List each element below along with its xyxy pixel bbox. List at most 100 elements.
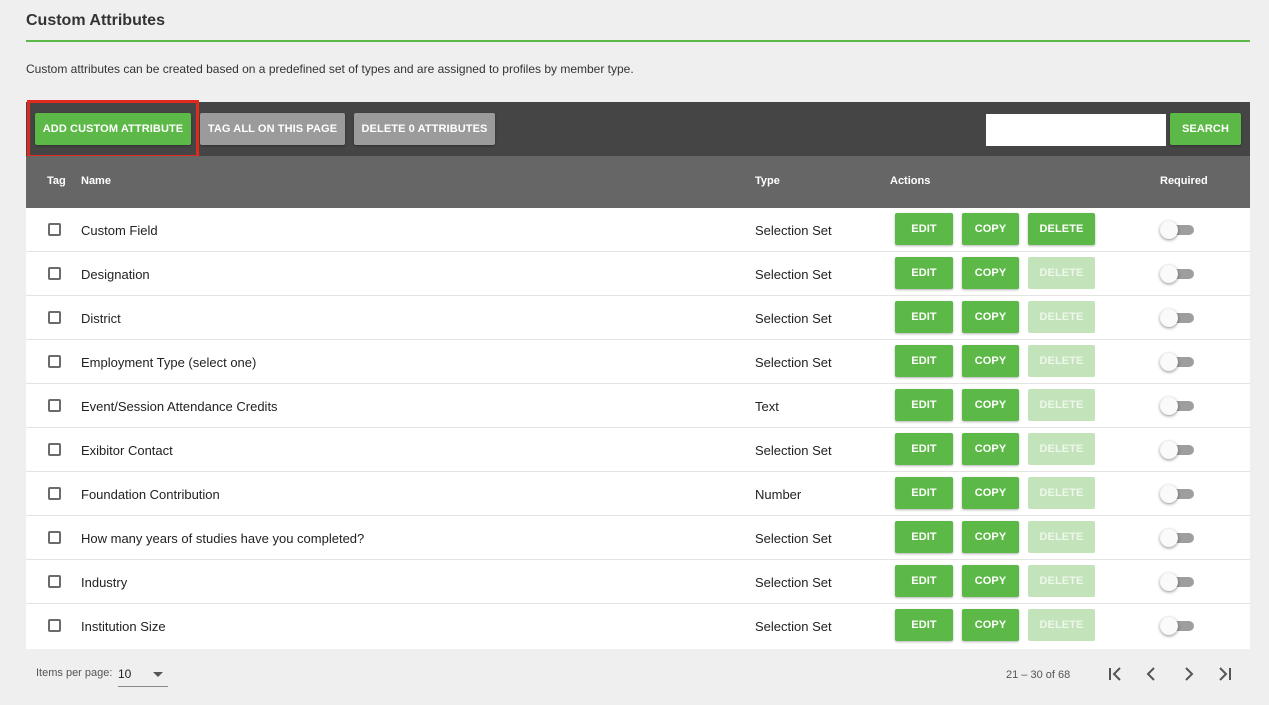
required-toggle[interactable]	[1160, 265, 1194, 283]
required-toggle[interactable]	[1160, 573, 1194, 591]
copy-button[interactable]: COPY	[962, 521, 1019, 553]
toggle-knob	[1160, 617, 1178, 635]
attribute-type: Selection Set	[755, 443, 832, 458]
tag-all-on-page-button[interactable]: TAG ALL ON THIS PAGE	[200, 113, 345, 145]
edit-button[interactable]: EDIT	[895, 477, 953, 509]
attribute-type: Number	[755, 487, 802, 502]
attribute-type: Selection Set	[755, 531, 832, 546]
edit-button[interactable]: EDIT	[895, 565, 953, 597]
previous-page-button[interactable]	[1140, 662, 1164, 686]
toggle-knob	[1160, 397, 1178, 415]
attribute-type: Selection Set	[755, 575, 832, 590]
first-page-icon	[1109, 667, 1121, 681]
tag-checkbox[interactable]	[48, 487, 61, 500]
attribute-type: Selection Set	[755, 267, 832, 282]
delete-button[interactable]: DELETE	[1028, 521, 1095, 553]
required-toggle[interactable]	[1160, 485, 1194, 503]
copy-button[interactable]: COPY	[962, 257, 1019, 289]
copy-button[interactable]: COPY	[962, 565, 1019, 597]
items-per-page-select[interactable]: 10	[118, 665, 168, 687]
first-page-button[interactable]	[1104, 662, 1128, 686]
header-actions: Actions	[890, 175, 931, 187]
attribute-name: District	[81, 311, 121, 326]
search-input[interactable]	[986, 114, 1166, 146]
edit-button[interactable]: EDIT	[895, 301, 953, 333]
required-toggle[interactable]	[1160, 309, 1194, 327]
toggle-knob	[1160, 573, 1178, 591]
chevron-down-icon	[153, 672, 163, 677]
last-page-button[interactable]	[1212, 662, 1236, 686]
delete-button[interactable]: DELETE	[1028, 565, 1095, 597]
attribute-name: Exibitor Contact	[81, 443, 173, 458]
table-row: Foundation Contribution Number EDIT COPY DEL…	[26, 472, 1250, 516]
delete-button[interactable]: DELETE	[1028, 345, 1095, 377]
tag-checkbox[interactable]	[48, 223, 61, 236]
attribute-name: Employment Type (select one)	[81, 355, 257, 370]
attribute-name: Institution Size	[81, 619, 166, 634]
attribute-name: Custom Field	[81, 223, 158, 238]
delete-button[interactable]: DELETE	[1028, 389, 1095, 421]
copy-button[interactable]: COPY	[962, 389, 1019, 421]
copy-button[interactable]: COPY	[962, 609, 1019, 641]
delete-button[interactable]: DELETE	[1028, 213, 1095, 245]
table-row: Custom Field Selection Set EDIT COPY DELETE	[26, 208, 1250, 252]
delete-button[interactable]: DELETE	[1028, 609, 1095, 641]
edit-button[interactable]: EDIT	[895, 521, 953, 553]
attribute-type: Selection Set	[755, 619, 832, 634]
table-row: Designation Selection Set EDIT COPY DELETE	[26, 252, 1250, 296]
required-toggle[interactable]	[1160, 529, 1194, 547]
table-row: Institution Size Selection Set EDIT COPY DEL…	[26, 604, 1250, 649]
next-page-button[interactable]	[1176, 662, 1200, 686]
delete-button[interactable]: DELETE	[1028, 433, 1095, 465]
add-custom-attribute-button[interactable]: ADD CUSTOM ATTRIBUTE	[35, 113, 191, 145]
tag-checkbox[interactable]	[48, 399, 61, 412]
next-page-icon	[1185, 667, 1194, 681]
previous-page-icon	[1146, 667, 1155, 681]
items-per-page-value: 10	[118, 667, 132, 681]
attribute-type: Selection Set	[755, 355, 832, 370]
edit-button[interactable]: EDIT	[895, 433, 953, 465]
copy-button[interactable]: COPY	[962, 301, 1019, 333]
edit-button[interactable]: EDIT	[895, 389, 953, 421]
copy-button[interactable]: COPY	[962, 213, 1019, 245]
required-toggle[interactable]	[1160, 441, 1194, 459]
required-toggle[interactable]	[1160, 617, 1194, 635]
tag-checkbox[interactable]	[48, 443, 61, 456]
tag-checkbox[interactable]	[48, 355, 61, 368]
tag-checkbox[interactable]	[48, 531, 61, 544]
attribute-name: Foundation Contribution	[81, 487, 220, 502]
required-toggle[interactable]	[1160, 397, 1194, 415]
tag-checkbox[interactable]	[48, 311, 61, 324]
toggle-knob	[1160, 221, 1178, 239]
delete-button[interactable]: DELETE	[1028, 301, 1095, 333]
page-title: Custom Attributes	[26, 12, 165, 29]
search-button[interactable]: SEARCH	[1170, 113, 1241, 145]
tag-checkbox[interactable]	[48, 575, 61, 588]
copy-button[interactable]: COPY	[962, 433, 1019, 465]
required-toggle[interactable]	[1160, 221, 1194, 239]
delete-attributes-button[interactable]: DELETE 0 ATTRIBUTES	[354, 113, 495, 145]
edit-button[interactable]: EDIT	[895, 213, 953, 245]
attribute-type: Text	[755, 399, 779, 414]
required-toggle[interactable]	[1160, 353, 1194, 371]
items-per-page-label: Items per page:	[36, 667, 113, 679]
copy-button[interactable]: COPY	[962, 477, 1019, 509]
attribute-name: How many years of studies have you compl…	[81, 531, 365, 546]
delete-button[interactable]: DELETE	[1028, 257, 1095, 289]
edit-button[interactable]: EDIT	[895, 609, 953, 641]
attributes-table-body: Custom Field Selection Set EDIT COPY DELETE D…	[26, 208, 1250, 649]
toggle-knob	[1160, 485, 1178, 503]
copy-button[interactable]: COPY	[962, 345, 1019, 377]
edit-button[interactable]: EDIT	[895, 345, 953, 377]
header-required: Required	[1160, 175, 1208, 187]
table-row: Employment Type (select one) Selection Se…	[26, 340, 1250, 384]
toolbar: ADD CUSTOM ATTRIBUTE TAG ALL ON THIS PAG…	[26, 100, 1250, 158]
header-tag: Tag	[47, 175, 66, 187]
table-row: Event/Session Attendance Credits Text EDIT…	[26, 384, 1250, 428]
toggle-knob	[1160, 441, 1178, 459]
table-row: How many years of studies have you compl…	[26, 516, 1250, 560]
delete-button[interactable]: DELETE	[1028, 477, 1095, 509]
edit-button[interactable]: EDIT	[895, 257, 953, 289]
tag-checkbox[interactable]	[48, 267, 61, 280]
tag-checkbox[interactable]	[48, 619, 61, 632]
